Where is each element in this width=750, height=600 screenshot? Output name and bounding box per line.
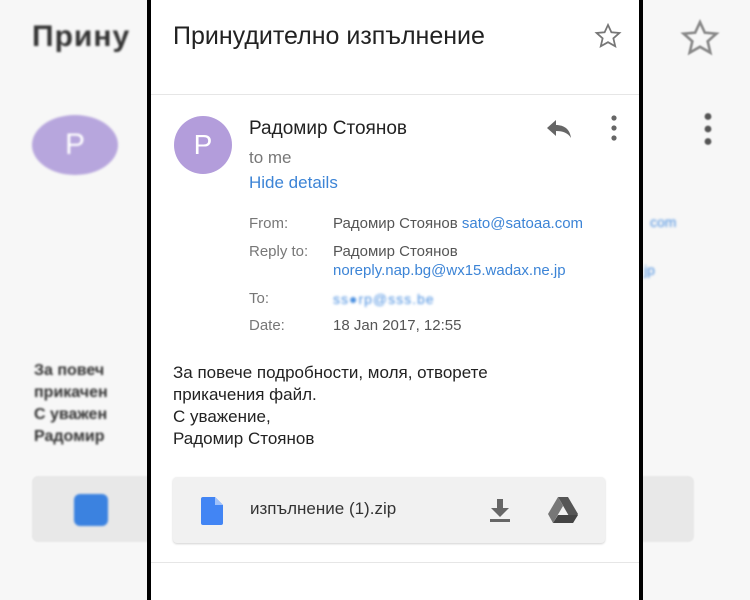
background-link-fragment: com [650,214,677,230]
star-icon[interactable] [594,22,622,50]
file-icon [201,497,223,525]
from-label: From: [249,215,289,232]
download-icon[interactable] [488,497,512,523]
from-email-link[interactable]: sato@satoaa.com [462,215,583,232]
hide-details-link[interactable]: Hide details [249,173,338,193]
reply-to-email-link[interactable]: noreply.nap.bg@wx15.wadax.ne.jp [333,262,566,279]
attachment-file-name[interactable]: изпълнение (1).zip [250,499,396,519]
email-subject: Принудително изпълнение [173,22,485,50]
body-line: С уважение, [173,407,271,426]
reply-to-name: Радомир Стоянов [333,243,458,260]
background-more-icon [704,113,712,145]
background-file-icon [74,494,108,526]
sender-avatar[interactable]: P [174,116,232,174]
to-label: To: [249,290,270,307]
background-avatar: P [32,115,118,175]
email-body: За повече подробности, моля, отворете пр… [173,362,613,450]
background-body-text: За повеч прикачен С уважен Радомир [34,362,108,445]
body-line: За повече подробности, моля, отворете [173,363,488,382]
reply-to-label: Reply to: [249,243,309,260]
background-star-icon [680,18,720,56]
from-name: Радомир Стоянов [333,215,458,232]
more-options-icon[interactable] [609,114,619,142]
background-link-fragment: jp [644,262,655,278]
to-value-redacted: ss●rp@sss.be [333,291,435,307]
email-card: Принудително изпълнение P Радомир Стояно… [147,0,643,600]
reply-icon[interactable] [545,116,573,140]
attachment-card[interactable]: изпълнение (1).zip [173,477,605,543]
date-value: 18 Jan 2017, 12:55 [333,317,462,334]
background-subject: Прину [32,20,131,53]
recipient-summary: to me [249,148,292,167]
date-label: Date: [249,317,285,334]
body-line: прикачения файл. [173,385,317,404]
header-divider [151,94,639,95]
from-value: Радомир Стоянов sato@satoaa.com [333,215,583,232]
bottom-divider [151,562,639,563]
drive-icon[interactable] [547,496,579,524]
body-line: Радомир Стоянов [173,429,315,448]
sender-name: Радомир Стоянов [249,118,408,139]
